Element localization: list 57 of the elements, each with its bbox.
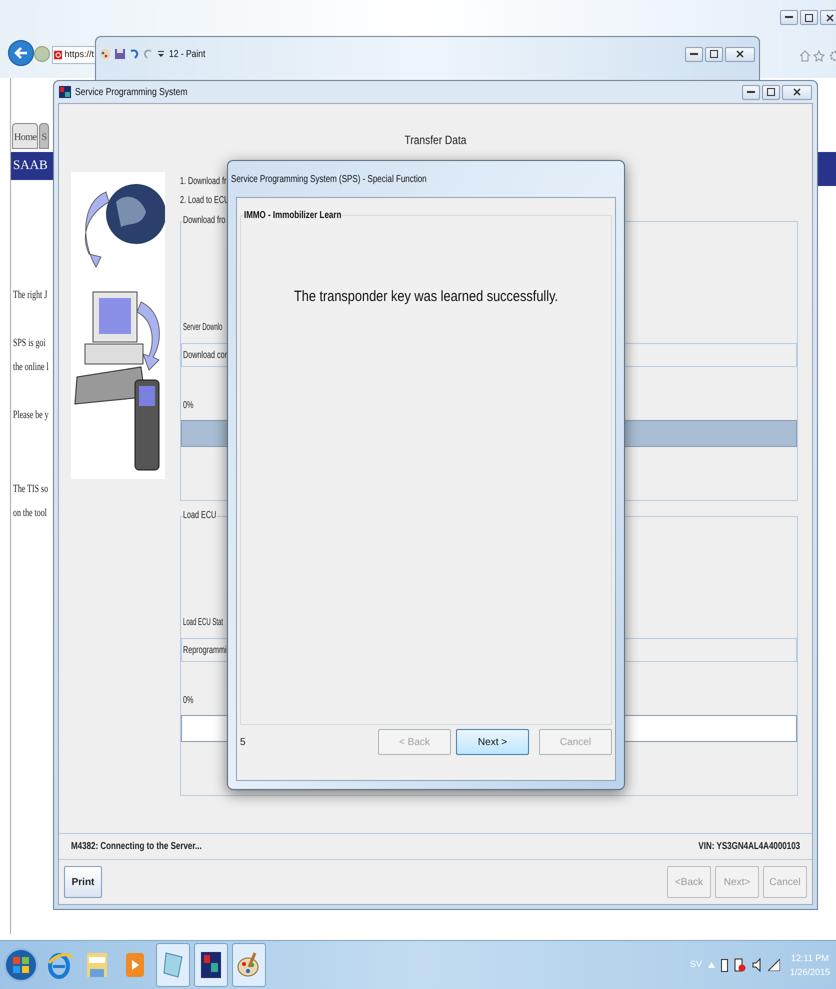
- maximize-button[interactable]: [705, 46, 723, 62]
- star-icon[interactable]: [813, 50, 825, 62]
- brand-bar: SAAB: [11, 152, 55, 180]
- windows-logo-icon: [12, 956, 30, 974]
- page-paragraph: SPS is goi the online l: [13, 336, 49, 375]
- maximize-icon: [805, 14, 813, 22]
- application-icon: [59, 86, 71, 98]
- status-message: M4382: Connecting to the Server...: [71, 840, 202, 854]
- save-icon[interactable]: [115, 48, 125, 60]
- page-paragraph: The right J: [13, 288, 48, 303]
- page-paragraph: Please be y: [13, 408, 49, 423]
- window-title: 12 - Paint: [169, 48, 206, 62]
- result-message: The transponder key was learned successfully.: [292, 287, 560, 307]
- minimize-icon: [785, 16, 793, 19]
- taskbar-button[interactable]: [194, 943, 228, 987]
- status-label: Server Downlo: [183, 321, 222, 335]
- clock[interactable]: 12:11 PM 1/26/2015: [790, 951, 830, 979]
- network-icon[interactable]: [734, 958, 746, 972]
- application-icon: [198, 949, 224, 981]
- close-button[interactable]: [820, 10, 836, 25]
- close-icon: [793, 88, 801, 96]
- page-tab[interactable]: S: [39, 123, 49, 149]
- battery-icon[interactable]: [720, 958, 728, 972]
- dropdown-icon[interactable]: [157, 49, 165, 59]
- maximize-icon: [710, 50, 718, 58]
- signal-icon[interactable]: [768, 959, 780, 971]
- minimize-button[interactable]: [780, 10, 798, 25]
- page-paragraph: The TIS so on the tool: [13, 482, 48, 521]
- dialog-button[interactable]: Print: [64, 866, 102, 898]
- minimize-button[interactable]: [685, 46, 703, 62]
- window-title: Service Programming System: [75, 86, 188, 100]
- close-button[interactable]: [725, 46, 755, 62]
- vin-text: VIN: YS3GN4AL4A4000103: [698, 840, 800, 854]
- paint-app-icon: [99, 48, 111, 60]
- undo-icon[interactable]: [129, 48, 139, 60]
- close-button[interactable]: [782, 84, 812, 100]
- start-button[interactable]: [4, 948, 38, 982]
- percent-text: 0%: [183, 399, 194, 413]
- minimize-button[interactable]: [742, 84, 760, 100]
- close-icon: [736, 50, 744, 58]
- dialog-button[interactable]: Next >: [456, 729, 529, 755]
- maximize-button[interactable]: [800, 10, 818, 25]
- minimize-icon: [690, 52, 698, 56]
- maximize-button[interactable]: [762, 84, 780, 100]
- page-tab[interactable]: Home: [12, 123, 38, 149]
- step-number: 5: [240, 736, 246, 750]
- step-text: 1. Download fr: [180, 175, 226, 189]
- percent-text: 0%: [183, 694, 194, 708]
- language-indicator[interactable]: SV: [690, 958, 702, 972]
- maximize-icon: [767, 88, 775, 96]
- page-heading: Transfer Data: [404, 132, 468, 149]
- volume-icon[interactable]: [752, 958, 762, 972]
- arrow-left-icon: [14, 47, 28, 59]
- close-icon: [826, 14, 834, 22]
- minimize-icon: [747, 90, 755, 94]
- status-label: Load ECU Stat: [183, 616, 224, 630]
- dialog-title: Service Programming System (SPS) - Special Function: [231, 172, 427, 186]
